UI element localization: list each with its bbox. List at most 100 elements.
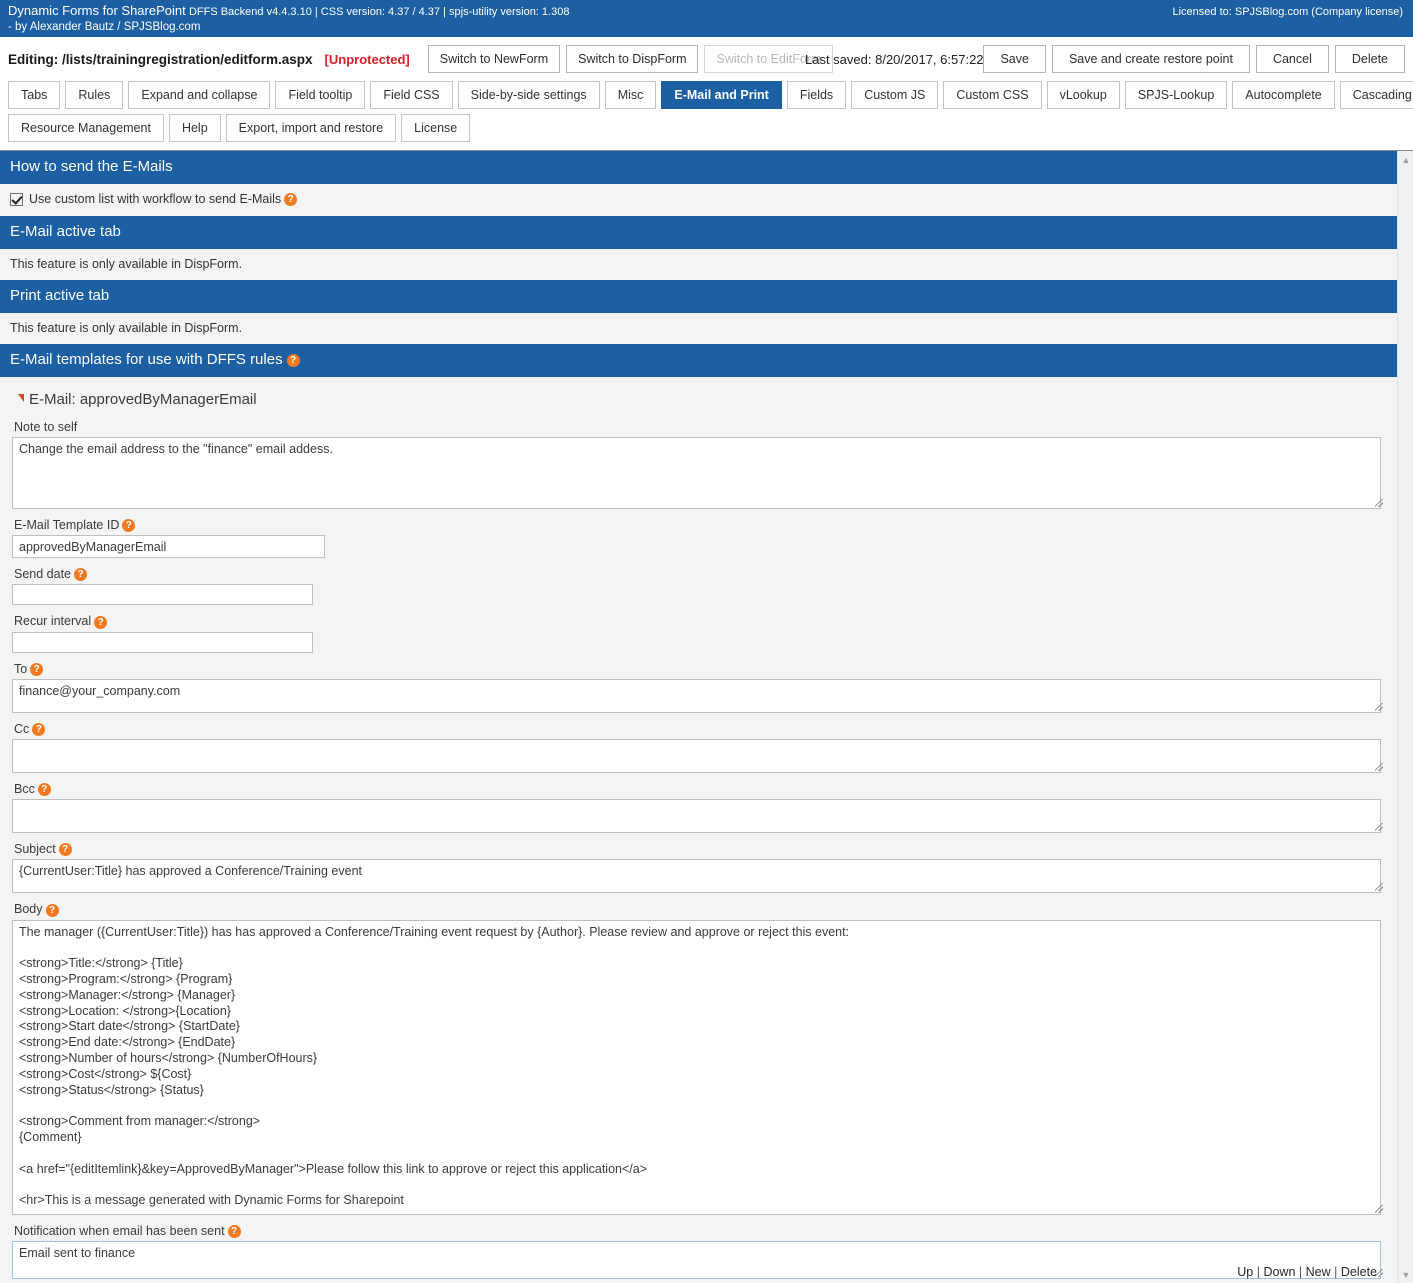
field-subject: Subject?	[12, 842, 1385, 894]
app-product-name: Dynamic Forms for SharePoint	[8, 3, 186, 18]
save-button[interactable]: Save	[983, 45, 1046, 73]
template-action-links: Up | Down | New | Delete	[1237, 1265, 1377, 1279]
help-icon[interactable]: ?	[94, 615, 108, 629]
cc-label-text: Cc	[14, 721, 30, 736]
how-to-send-body: Use custom list with workflow to send E-…	[0, 184, 1397, 216]
tab-cascading-dropdowns[interactable]: Cascading dropdowns	[1339, 81, 1413, 109]
tab-field-css[interactable]: Field CSS	[370, 81, 453, 109]
email-template-block: E-Mail: approvedByManagerEmail Note to s…	[0, 377, 1397, 1279]
tab-custom-css[interactable]: Custom CSS	[943, 81, 1042, 109]
help-icon[interactable]: ?	[286, 354, 300, 367]
template-id-input[interactable]	[12, 535, 325, 559]
template-id-label-text: E-Mail Template ID	[14, 518, 120, 532]
bcc-label-text: Bcc	[14, 782, 35, 797]
body-wrap	[12, 919, 1385, 1215]
tab-bar: Tabs Rules Expand and collapse Field too…	[0, 81, 1413, 142]
help-icon[interactable]: ?	[74, 568, 87, 582]
save-and-restore-point-button[interactable]: Save and create restore point	[1051, 45, 1250, 73]
field-to: To?	[12, 662, 1385, 713]
recur-interval-label-text: Recur interval	[14, 614, 92, 629]
delete-button[interactable]: Delete	[1334, 45, 1405, 73]
content-scrollbar[interactable]: ▲ ▼	[1397, 151, 1413, 1283]
notification-input[interactable]	[12, 1240, 1381, 1279]
to-wrap	[12, 678, 1385, 713]
move-down-link[interactable]: Down	[1263, 1265, 1295, 1279]
tab-spjs-lookup[interactable]: SPJS-Lookup	[1124, 81, 1228, 109]
body-label: Body?	[14, 902, 1385, 917]
bcc-label: Bcc?	[14, 782, 1385, 797]
tab-row-1: Tabs Rules Expand and collapse Field too…	[8, 81, 1413, 109]
section-header-email-templates-text: E-Mail templates for use with DFFS rules	[10, 351, 283, 368]
tab-custom-js[interactable]: Custom JS	[851, 81, 939, 109]
tab-autocomplete[interactable]: Autocomplete	[1232, 81, 1335, 109]
to-label: To?	[14, 662, 1385, 676]
app-header: Dynamic Forms for SharePoint DFFS Backen…	[0, 0, 1413, 37]
to-label-text: To	[14, 661, 28, 676]
section-header-how-to-send: How to send the E-Mails	[0, 151, 1397, 184]
help-icon[interactable]: ?	[45, 903, 59, 917]
subject-input[interactable]	[12, 859, 1381, 894]
help-icon[interactable]: ?	[30, 662, 44, 676]
tab-export-import-restore[interactable]: Export, import and restore	[225, 114, 397, 142]
to-input[interactable]	[12, 678, 1381, 713]
section-header-email-templates: E-Mail templates for use with DFFS rules…	[0, 344, 1397, 377]
note-to-self-wrap	[12, 437, 1385, 509]
help-icon[interactable]: ?	[58, 843, 72, 857]
editing-toolbar: Editing: /lists/trainingregistration/edi…	[0, 37, 1413, 81]
field-bcc: Bcc?	[12, 782, 1385, 834]
field-notification: Notification when email has been sent?	[12, 1224, 1385, 1279]
cancel-button[interactable]: Cancel	[1255, 45, 1329, 73]
tab-email-and-print[interactable]: E-Mail and Print	[661, 81, 782, 109]
tab-field-tooltip[interactable]: Field tooltip	[275, 81, 366, 109]
tab-misc[interactable]: Misc	[604, 81, 657, 109]
body-input[interactable]	[12, 919, 1381, 1215]
bcc-input[interactable]	[12, 799, 1381, 834]
cc-wrap	[12, 739, 1385, 774]
new-template-link[interactable]: New	[1306, 1265, 1331, 1279]
cc-input[interactable]	[12, 739, 1381, 774]
bcc-wrap	[12, 799, 1385, 834]
use-custom-list-checkbox[interactable]	[10, 192, 23, 206]
help-icon[interactable]: ?	[32, 723, 46, 737]
field-template-id: E-Mail Template ID?	[12, 518, 1385, 559]
tab-fields[interactable]: Fields	[786, 81, 847, 109]
tab-license[interactable]: License	[401, 114, 471, 142]
switch-to-newform-button[interactable]: Switch to NewForm	[427, 45, 561, 73]
collapse-triangle-icon[interactable]	[18, 394, 24, 402]
save-button-group: Save Save and create restore point Cance…	[983, 45, 1405, 73]
use-custom-list-label: Use custom list with workflow to send E-…	[29, 192, 282, 206]
tab-expand-and-collapse[interactable]: Expand and collapse	[128, 81, 271, 109]
email-active-tab-note: This feature is only available in DispFo…	[10, 257, 243, 271]
email-template-title-row[interactable]: E-Mail: approvedByManagerEmail	[18, 391, 1385, 408]
switch-to-dispform-button[interactable]: Switch to DispForm	[566, 45, 699, 73]
help-icon[interactable]: ?	[122, 519, 136, 533]
help-icon[interactable]: ?	[284, 192, 298, 206]
delete-template-link[interactable]: Delete	[1341, 1265, 1377, 1279]
tab-resource-management[interactable]: Resource Management	[8, 114, 164, 142]
scroll-up-arrow-icon[interactable]: ▲	[1400, 155, 1412, 165]
app-byline: - by Alexander Bautz / SPJSBlog.com	[8, 21, 201, 33]
note-to-self-input[interactable]	[12, 437, 1381, 509]
last-saved-label: Last saved: 8/20/2017, 6:57:22 PM	[805, 51, 1007, 67]
tab-vlookup[interactable]: vLookup	[1046, 81, 1120, 109]
settings-content-panel: How to send the E-Mails Use custom list …	[0, 150, 1413, 1283]
send-date-input[interactable]	[12, 584, 313, 606]
tab-help[interactable]: Help	[168, 114, 221, 142]
tab-tabs[interactable]: Tabs	[8, 81, 61, 109]
recur-interval-label: Recur interval?	[14, 614, 1385, 629]
note-to-self-label: Note to self	[14, 420, 78, 434]
help-icon[interactable]: ?	[37, 783, 51, 797]
scroll-down-arrow-icon[interactable]: ▼	[1400, 1270, 1412, 1280]
recur-interval-input[interactable]	[12, 631, 313, 653]
protection-status-badge: [Unprotected]	[324, 51, 410, 67]
tab-side-by-side-settings[interactable]: Side-by-side settings	[457, 81, 600, 109]
separator: |	[1334, 1265, 1338, 1279]
tab-rules[interactable]: Rules	[65, 81, 124, 109]
email-template-title: E-Mail: approvedByManagerEmail	[29, 391, 257, 408]
use-custom-list-row[interactable]: Use custom list with workflow to send E-…	[10, 192, 1387, 206]
subject-wrap	[12, 859, 1385, 894]
help-icon[interactable]: ?	[227, 1224, 241, 1238]
move-up-link[interactable]: Up	[1237, 1265, 1253, 1279]
separator: |	[1256, 1265, 1260, 1279]
settings-scroll-area: How to send the E-Mails Use custom list …	[0, 151, 1397, 1283]
